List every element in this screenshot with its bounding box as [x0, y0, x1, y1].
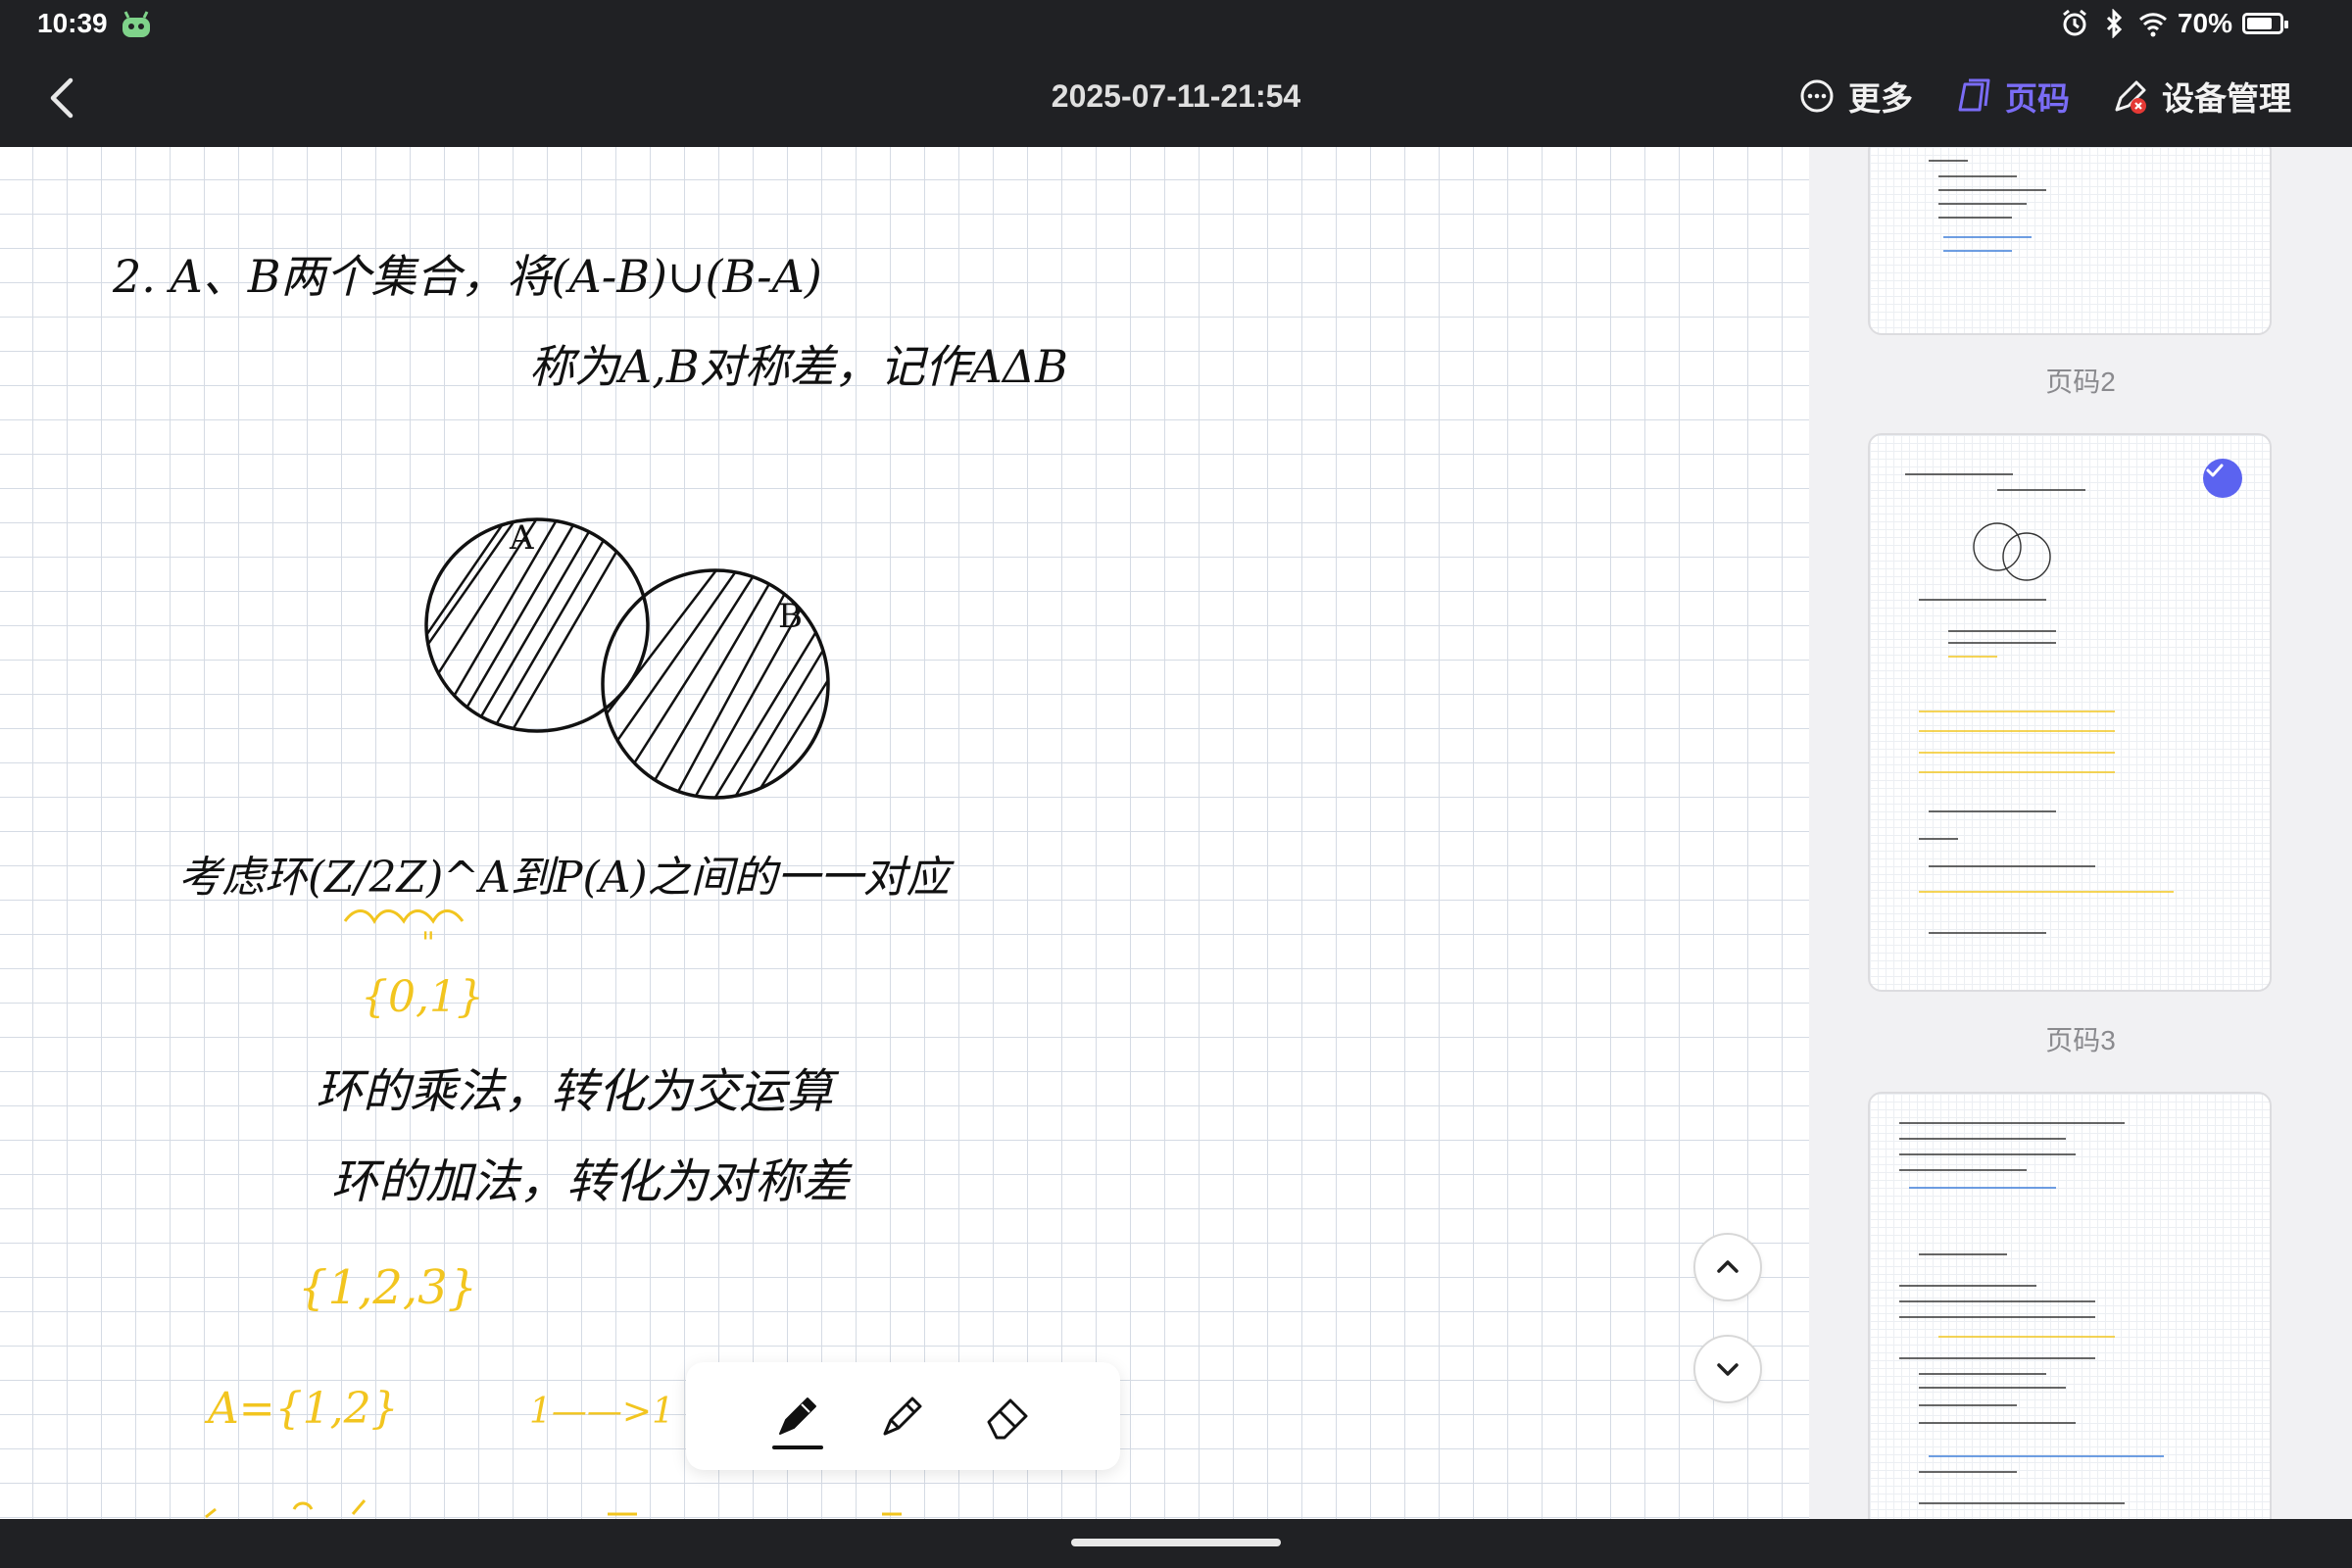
underbrace-mark — [343, 909, 465, 925]
page-down-button[interactable] — [1693, 1335, 1762, 1403]
page-up-button[interactable] — [1693, 1233, 1762, 1301]
pen-tool-button[interactable] — [770, 1387, 825, 1449]
venn-label-b: B — [778, 597, 803, 636]
chevron-down-icon — [1717, 1363, 1739, 1376]
system-nav-bar — [0, 1519, 2352, 1568]
highlighter-icon — [883, 1396, 922, 1436]
page-thumbnail-sidebar: 页码2 页码3 — [1809, 147, 2352, 1519]
thumbnail-3-content — [1905, 473, 2174, 934]
wifi-icon — [2138, 13, 2167, 37]
note-line-8: A={1,2} — [204, 1384, 399, 1434]
partial-ink-bottom — [205, 1499, 902, 1519]
note-line-7: {1,2,3} — [298, 1260, 477, 1315]
highlighter-tool-button[interactable] — [875, 1387, 930, 1446]
robot-icon — [122, 11, 150, 37]
app-bar: 2025-07-11-21:54 更多 页码 设备管理 — [0, 49, 2352, 147]
eraser-tool-button[interactable] — [981, 1387, 1036, 1446]
note-line-2: 称为A,B对称差，记作AΔB — [529, 340, 1068, 393]
page-label-3: 页码3 — [2045, 1025, 2116, 1055]
more-dots-icon — [1800, 79, 1834, 113]
note-line-8-map: 1——>1 — [529, 1392, 674, 1432]
note-canvas[interactable]: 2. A、B两个集合，将(A-B)∪(B-A) 称为A,B对称差，记作AΔB A… — [0, 147, 1809, 1519]
note-line-3: 考虑环(Z/2Z)^A到P(A)之间的一一对应 — [178, 853, 956, 903]
eraser-icon — [987, 1398, 1028, 1440]
more-label: 更多 — [1848, 80, 1913, 117]
more-button[interactable]: 更多 — [1797, 73, 1913, 120]
bluetooth-icon — [2106, 9, 2123, 38]
chevron-up-icon — [1717, 1260, 1739, 1273]
note-line-5: 环的乘法，转化为交运算 — [316, 1064, 840, 1119]
note-line-6: 环的加法，转化为对称差 — [331, 1154, 853, 1209]
thumbnail-2-content — [1929, 160, 2046, 252]
pen-icon — [778, 1397, 816, 1435]
page-thumbnail-2[interactable] — [1868, 147, 2272, 335]
battery-percent: 70% — [2177, 8, 2232, 38]
selected-check-icon — [2203, 459, 2242, 498]
page-code-label: 页码 — [2005, 80, 2070, 117]
handwriting-layer: 2. A、B两个集合，将(A-B)∪(B-A) 称为A,B对称差，记作AΔB A… — [112, 250, 1068, 1519]
pen-disconnected-icon — [2115, 80, 2146, 114]
status-time: 10:39 — [37, 8, 108, 38]
page-thumbnail-4[interactable] — [1868, 1092, 2272, 1519]
venn-diagram: A B — [424, 517, 830, 800]
note-line-1: 2. A、B两个集合，将(A-B)∪(B-A) — [112, 250, 822, 303]
page-label-2: 页码2 — [2045, 367, 2116, 397]
device-management-button[interactable]: 设备管理 — [2111, 73, 2291, 120]
thumbnail-4-content — [1899, 1122, 2164, 1504]
battery-icon — [2242, 13, 2288, 34]
note-line-4: {0,1} — [361, 972, 484, 1022]
page-thumbnail-3[interactable] — [1868, 433, 2272, 992]
device-management-label: 设备管理 — [2162, 80, 2291, 117]
alarm-icon — [2063, 9, 2086, 36]
pages-icon — [1958, 78, 1990, 112]
venn-label-a: A — [509, 518, 534, 558]
status-bar: 10:39 70% — [0, 0, 2352, 49]
pen-toolbar — [686, 1362, 1120, 1470]
page-code-button[interactable]: 页码 — [1954, 73, 2070, 120]
note-line-3-under: " — [421, 926, 435, 960]
home-handle[interactable] — [1071, 1539, 1281, 1546]
